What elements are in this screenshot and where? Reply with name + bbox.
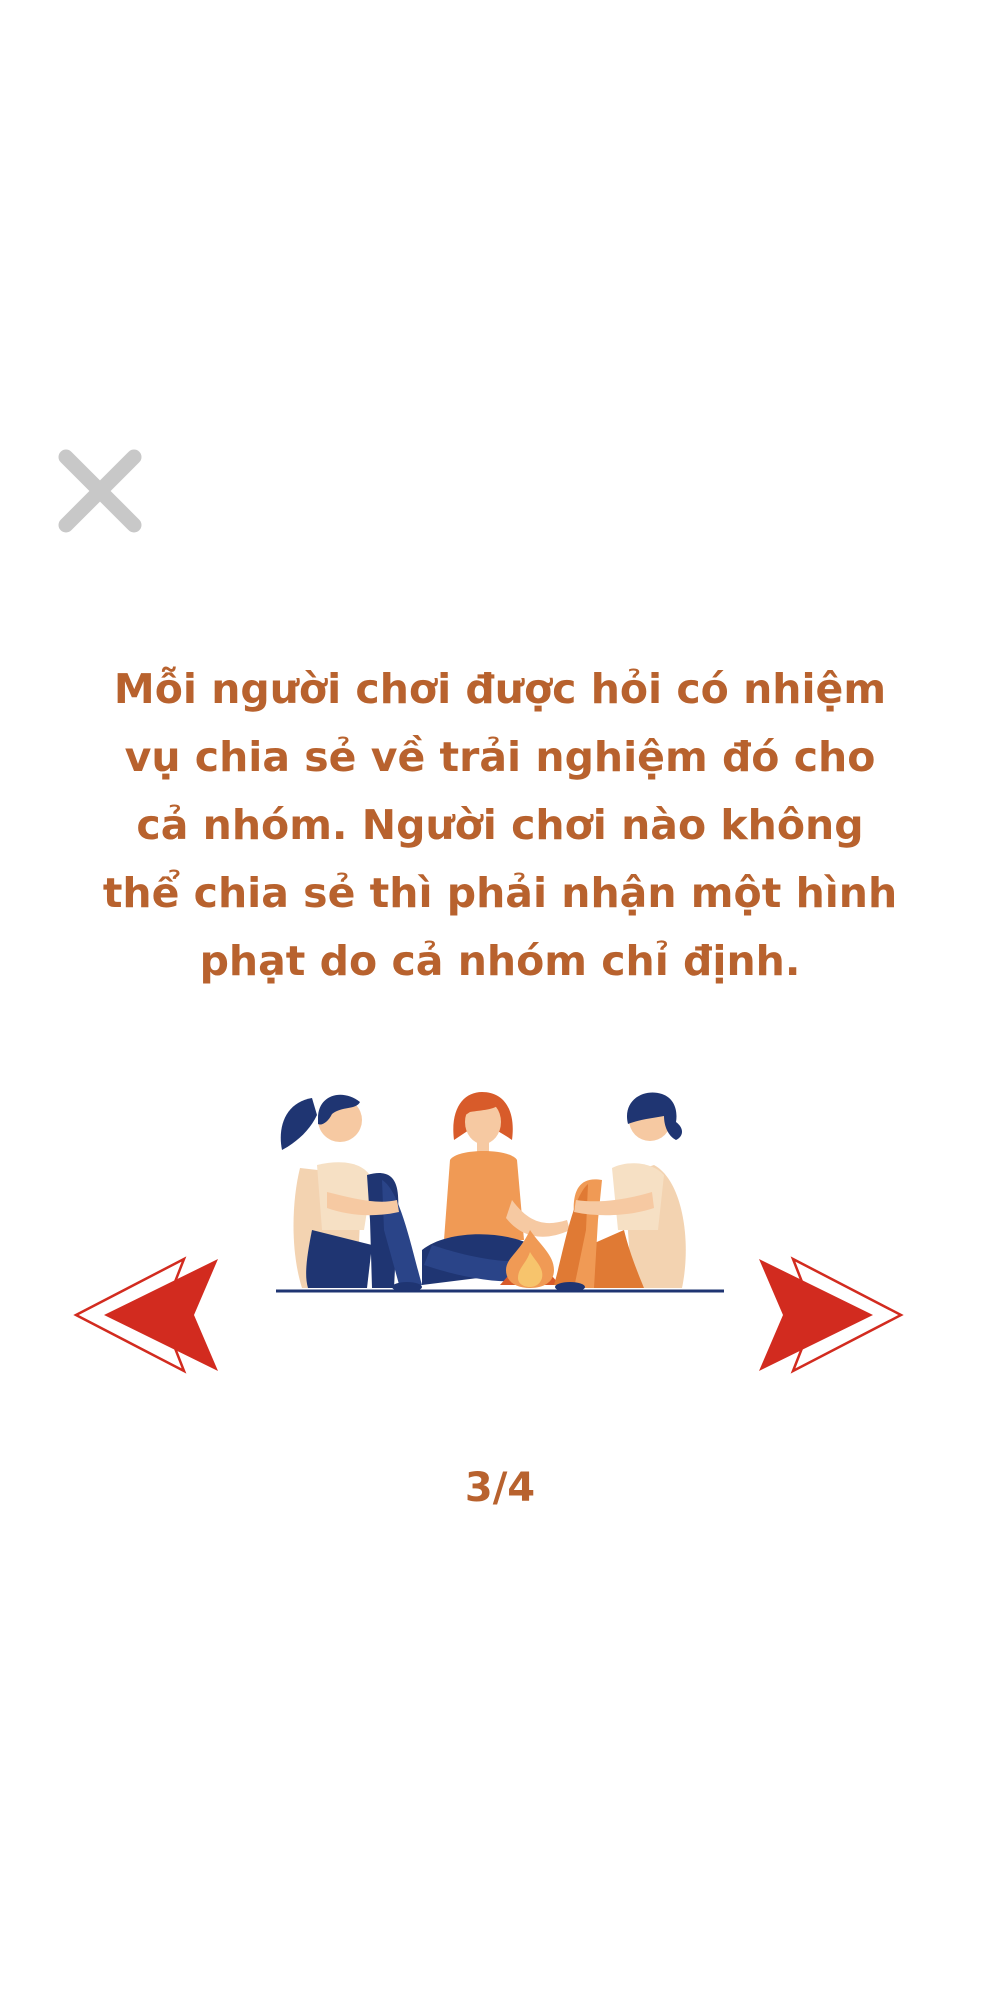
next-button[interactable] bbox=[755, 1255, 905, 1375]
previous-button[interactable] bbox=[72, 1255, 222, 1375]
instruction-text: Mỗi người chơi được hỏi có nhiệm vụ chia… bbox=[102, 665, 898, 985]
close-button[interactable] bbox=[56, 447, 144, 535]
illustration bbox=[272, 1080, 728, 1295]
page-counter: 3/4 bbox=[464, 1465, 536, 1511]
arrow-left-icon bbox=[73, 1256, 218, 1374]
close-icon bbox=[58, 449, 142, 533]
friends-campfire-illustration bbox=[276, 1092, 724, 1293]
arrow-right-icon bbox=[759, 1256, 904, 1374]
